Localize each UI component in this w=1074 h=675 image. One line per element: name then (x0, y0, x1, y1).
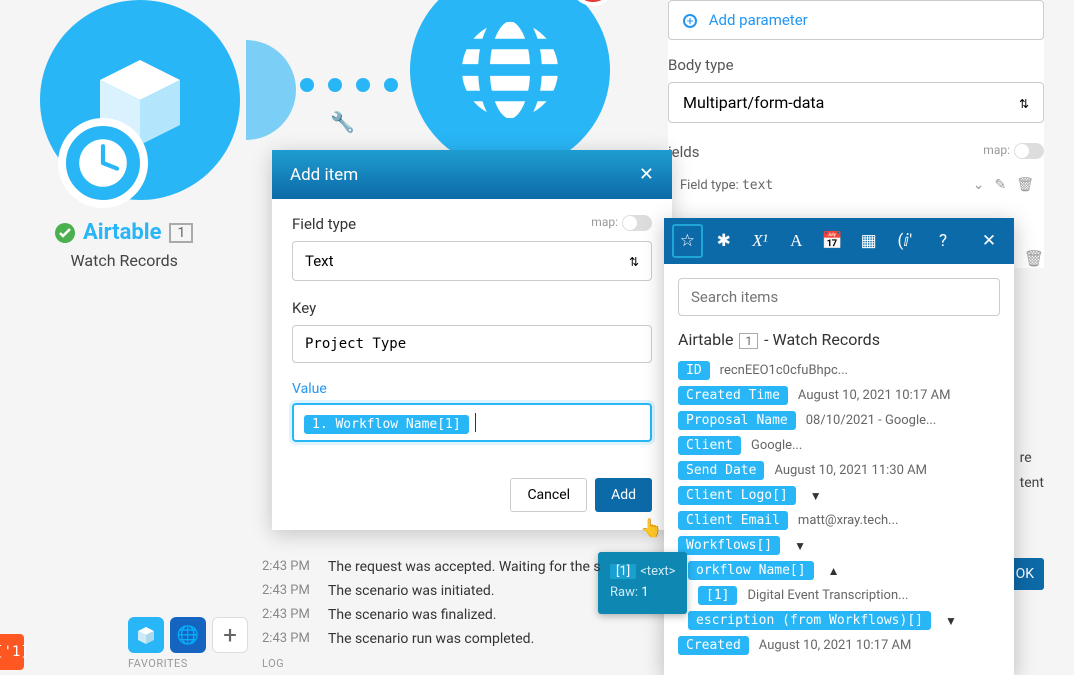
favorite-globe-icon[interactable]: 🌐 (170, 617, 206, 653)
picker-item[interactable]: Proposal Name 08/10/2021 - Google... (678, 411, 1000, 430)
calendar-icon[interactable]: 📅 (817, 231, 847, 251)
math-icon[interactable]: X¹ (745, 231, 775, 251)
globe-icon (445, 5, 575, 135)
picker-item[interactable]: ID recnEEO1c0cfuBhpc... (678, 361, 1000, 380)
add-parameter-button[interactable]: + Add parameter (668, 0, 1044, 40)
field-value: August 10, 2021 11:30 AM (774, 463, 927, 478)
picker-item[interactable]: Client Google... (678, 436, 1000, 455)
cursor-icon: 👆 (640, 518, 662, 539)
value-label: Value (292, 381, 652, 397)
add-favorite-button[interactable]: + (212, 617, 248, 653)
close-icon[interactable]: ✕ (972, 231, 1006, 251)
help-icon[interactable]: ? (926, 231, 960, 251)
modal-title: Add item (290, 165, 358, 185)
chevron-icon[interactable]: ▼ (794, 539, 806, 553)
field-value: Digital Event Transcription... (747, 588, 908, 603)
cutoff-text: re tent (1020, 446, 1044, 496)
picker-heading: Airtable 1 - Watch Records (678, 330, 1000, 349)
clock-icon (58, 118, 148, 208)
favorite-cube-icon[interactable] (128, 617, 164, 653)
body-type-label: Body type (668, 56, 1044, 74)
variable-icon[interactable]: (ⅈ' (890, 231, 920, 251)
log-row: 2:43 PMThe scenario was initiated. (262, 579, 762, 603)
field-tag: Proposal Name (678, 411, 796, 430)
connector-dots (300, 78, 398, 92)
field-type-select[interactable]: Text (292, 241, 652, 281)
select-caret-icon (629, 252, 639, 270)
http-node[interactable]: ! (410, 0, 610, 170)
key-label: Key (292, 299, 652, 317)
node-index-badge: 1 (169, 223, 193, 243)
connector-start (246, 40, 296, 140)
field-value: August 10, 2021 10:17 AM (759, 638, 912, 653)
field-type-label: Field type (292, 215, 356, 233)
trash-icon[interactable]: 🗑 (1016, 177, 1034, 193)
log-row: 2:43 PMThe request was accepted. Waiting… (262, 555, 762, 579)
map-toggle[interactable]: map: (983, 143, 1044, 159)
chevron-down-icon[interactable]: ⌄ (973, 177, 985, 193)
field-value: August 10, 2021 10:17 AM (798, 388, 951, 403)
plus-icon: + (683, 14, 697, 28)
add-item-modal: Add item ✕ Field type map: Text Key Proj… (272, 150, 672, 530)
log-row: 2:43 PMThe scenario run was completed. (262, 627, 762, 651)
field-tag: ID (678, 361, 710, 380)
body-type-select[interactable]: Multipart/form-data (668, 82, 1044, 123)
close-icon[interactable]: ✕ (639, 164, 654, 185)
dock-shortcut[interactable]: ['1] (0, 634, 24, 670)
select-caret-icon (1019, 93, 1029, 112)
text-icon[interactable]: A (781, 231, 811, 251)
edit-icon[interactable]: ✎ (994, 177, 1006, 193)
star-icon[interactable]: ☆ (672, 224, 703, 258)
field-tag: Client (678, 436, 741, 455)
field-value: 08/10/2021 - Google... (806, 413, 937, 428)
log-panel: 2:43 PMThe request was accepted. Waiting… (262, 555, 762, 670)
search-input[interactable] (678, 278, 1000, 316)
key-input[interactable]: Project Type (292, 325, 652, 363)
field-row: Field type: text ⌄ ✎ 🗑 (668, 173, 1044, 197)
value-pill: 1. Workflow Name[1] (304, 415, 469, 434)
picker-item[interactable]: Workflows[] ▼ (678, 536, 1000, 555)
gear-icon[interactable]: ✱ (709, 231, 739, 251)
node-subtitle: Watch Records (55, 251, 193, 270)
node-title: Airtable (83, 220, 162, 245)
airtable-node[interactable] (40, 0, 240, 200)
cancel-button[interactable]: Cancel (510, 478, 587, 512)
fields-label: ields map: (668, 143, 1044, 161)
field-value: Google... (751, 438, 802, 453)
favorites-label: FAVORITES (128, 657, 248, 670)
field-tag: Created Time (678, 386, 788, 405)
picker-item[interactable]: Created Time August 10, 2021 10:17 AM (678, 386, 1000, 405)
log-label: LOG (262, 657, 762, 670)
log-row: 2:43 PMThe scenario was finalized. (262, 603, 762, 627)
chevron-icon[interactable]: ▼ (945, 614, 957, 628)
chevron-icon[interactable]: ▲ (828, 564, 840, 578)
picker-item[interactable]: Send Date August 10, 2021 11:30 AM (678, 461, 1000, 480)
map-toggle[interactable]: map: (591, 215, 652, 233)
chevron-icon[interactable]: ▼ (810, 489, 822, 503)
field-tag: Client Email (678, 511, 788, 530)
wrench-icon[interactable]: 🔧 (330, 110, 355, 134)
field-value: matt@xray.tech... (798, 513, 899, 528)
trash-icon[interactable]: 🗑 (1024, 249, 1044, 268)
picker-item[interactable]: Client Email matt@xray.tech... (678, 511, 1000, 530)
value-input[interactable]: 1. Workflow Name[1] (292, 403, 652, 442)
field-tag: Client Logo[] (678, 486, 796, 505)
check-icon (55, 223, 75, 243)
field-tag: Send Date (678, 461, 764, 480)
field-value: recnEEO1c0cfuBhpc... (720, 363, 848, 378)
add-button[interactable]: Add (595, 478, 652, 512)
array-icon[interactable]: ▦ (854, 231, 884, 251)
field-tag: Workflows[] (678, 536, 780, 555)
picker-item[interactable]: Client Logo[] ▼ (678, 486, 1000, 505)
